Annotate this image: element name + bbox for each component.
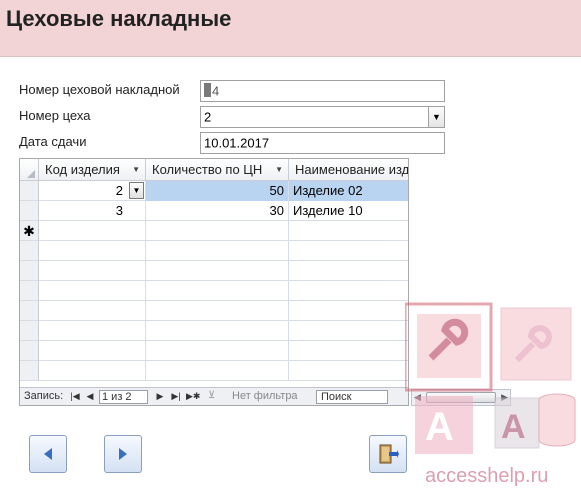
new-record-row[interactable]: ✱ [20, 221, 408, 241]
workshop-dropdown-button[interactable]: ▼ [428, 107, 444, 127]
record-navigation-bar: Запись: |◀ ◀ 1 из 2 ▶ ▶| ▶✱ ⊻ Нет фильтр… [20, 387, 408, 405]
previous-record-big-button[interactable] [29, 435, 67, 473]
cell-code[interactable]: 3 [39, 201, 146, 221]
new-record-marker: ✱ [20, 221, 39, 241]
cell-name[interactable]: Изделие 02 [289, 181, 408, 201]
cell-qty[interactable]: 30 [146, 201, 289, 221]
empty-row [20, 321, 408, 341]
empty-row [20, 341, 408, 361]
filter-icon: ⊻ [208, 390, 216, 401]
svg-text:accesshelp.ru: accesshelp.ru [425, 465, 548, 487]
invoice-number-label: Номер цеховой накладной [19, 82, 180, 97]
text-cursor [204, 83, 211, 97]
arrow-right-icon [119, 448, 127, 460]
empty-row [20, 241, 408, 261]
next-record-button[interactable]: ▶ [154, 390, 166, 403]
workshop-label: Номер цеха [19, 108, 91, 123]
svg-text:A: A [425, 405, 454, 449]
form-title: Цеховые накладные [6, 6, 232, 31]
cell-name[interactable]: Изделие 10 [289, 201, 408, 221]
form-header: Цеховые накладные [0, 0, 581, 57]
workshop-combo[interactable]: 2 ▼ [200, 106, 445, 128]
grid-header: Код изделия ▼ Количество по ЦН ▼ Наименова… [20, 159, 408, 181]
column-header-qty[interactable]: Количество по ЦН ▼ [146, 159, 289, 181]
cell-code[interactable] [39, 221, 146, 241]
column-header-code[interactable]: Код изделия ▼ [39, 159, 146, 181]
cell-qty[interactable] [146, 221, 289, 241]
items-subform-grid[interactable]: Код изделия ▼ Количество по ЦН ▼ Наименова… [19, 158, 409, 406]
close-form-button[interactable] [369, 435, 407, 473]
date-field[interactable]: 10.01.2017 [200, 132, 445, 154]
next-record-big-button[interactable] [104, 435, 142, 473]
prev-record-button[interactable]: ◀ [84, 390, 96, 403]
sort-arrow-icon: ▼ [275, 165, 283, 174]
invoice-number-field[interactable]: 4 [200, 80, 445, 102]
cell-name[interactable] [289, 221, 408, 241]
empty-row [20, 261, 408, 281]
empty-row [20, 301, 408, 321]
select-all-corner[interactable] [20, 159, 39, 181]
column-header-name[interactable]: Наименование изделия▼ [289, 159, 408, 181]
table-row[interactable]: 2 ▼ 50 Изделие 02 шт [20, 181, 408, 201]
svg-text:A: A [501, 408, 526, 446]
filter-toggle[interactable]: Нет фильтра [232, 390, 298, 402]
access-logo-watermark: A A accesshelp.ru [405, 302, 576, 487]
search-input[interactable]: Поиск [316, 390, 388, 404]
cell-qty[interactable]: 50 [146, 181, 289, 201]
last-record-button[interactable]: ▶| [170, 390, 182, 403]
arrow-left-icon [44, 448, 52, 460]
record-label: Запись: [24, 390, 64, 402]
first-record-button[interactable]: |◀ [69, 390, 81, 403]
empty-row [20, 281, 408, 301]
current-record-field[interactable]: 1 из 2 [99, 390, 148, 404]
empty-row [20, 361, 408, 381]
row-selector[interactable] [20, 201, 39, 221]
table-row[interactable]: 3 30 Изделие 10 кг [20, 201, 408, 221]
date-label: Дата сдачи [19, 134, 87, 149]
exit-door-icon [379, 444, 399, 464]
new-record-button[interactable]: ▶✱ [186, 390, 200, 403]
sort-arrow-icon: ▼ [132, 165, 140, 174]
row-selector[interactable] [20, 181, 39, 201]
code-dropdown-button[interactable]: ▼ [129, 182, 144, 199]
cell-code[interactable]: 2 ▼ [39, 181, 146, 201]
